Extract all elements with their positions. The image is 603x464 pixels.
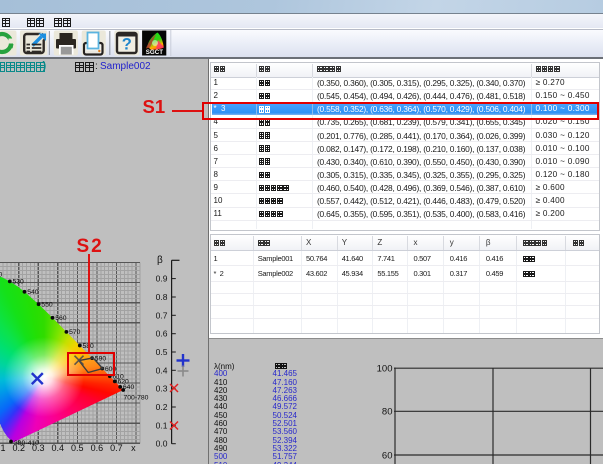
- svg-text:100: 100: [377, 364, 393, 375]
- svg-text:80: 80: [382, 407, 393, 418]
- svg-text:60: 60: [382, 450, 393, 461]
